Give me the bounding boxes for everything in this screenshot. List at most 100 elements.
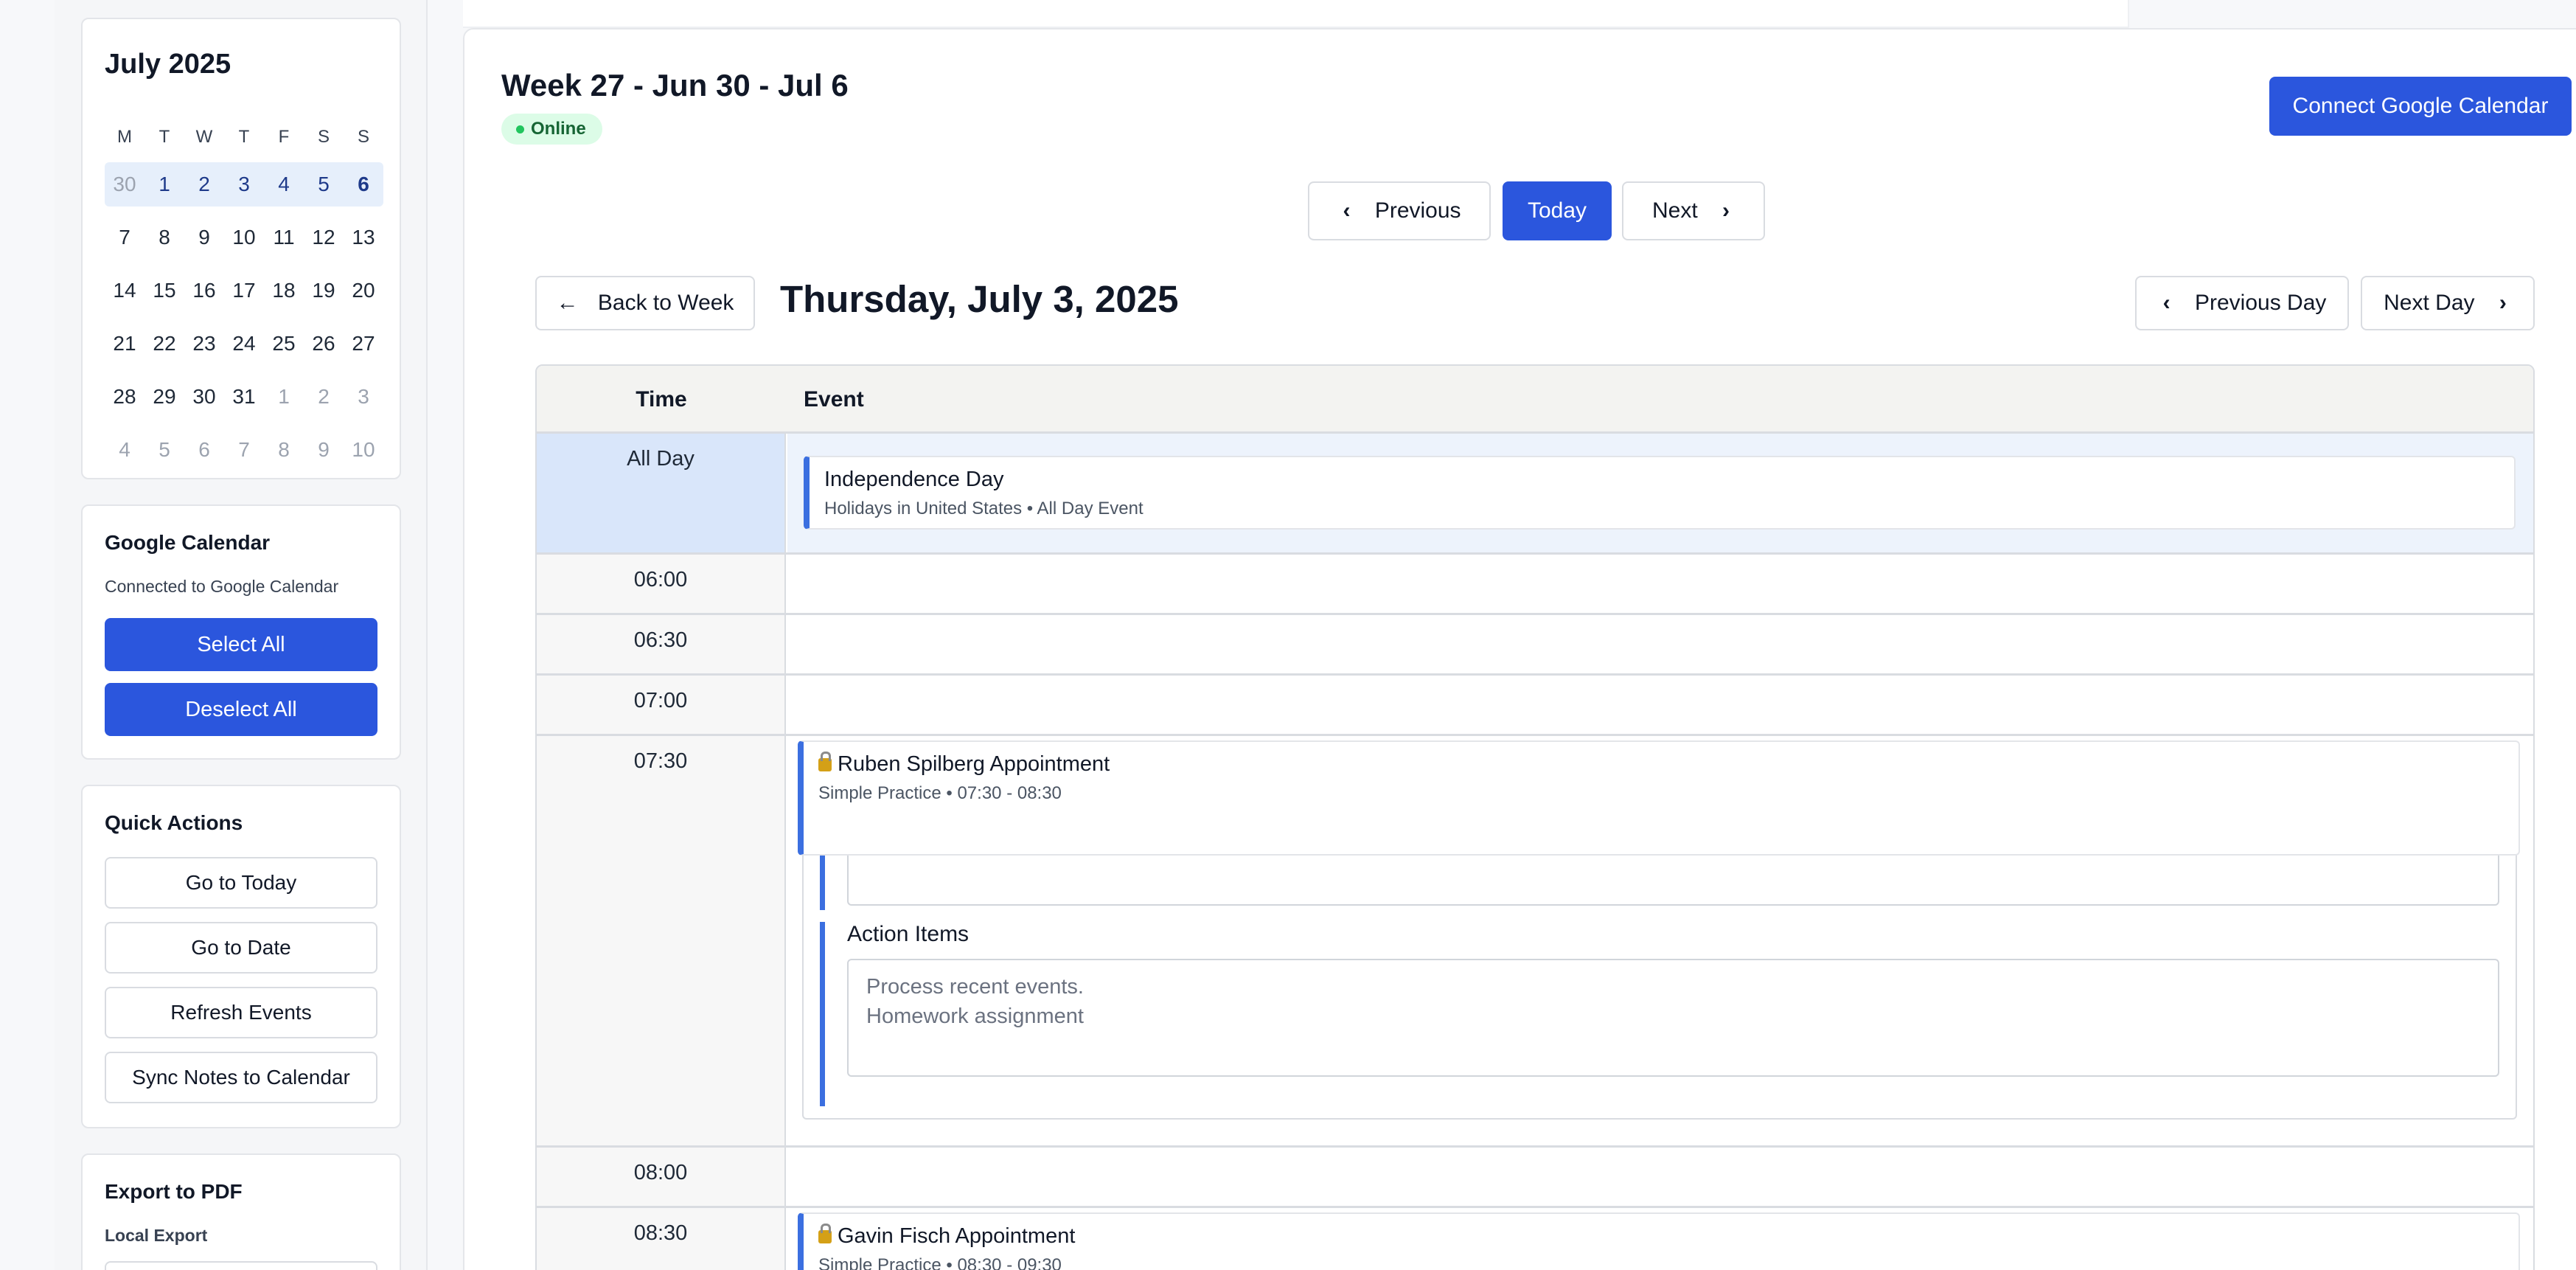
calendar-week-row: 14 15 16 17 18 19 20 (105, 268, 383, 313)
calendar-day[interactable]: 2 (304, 375, 344, 419)
calendar-week-row-current: 30 1 2 3 4 5 6 (105, 162, 383, 207)
event-subtitle: Simple Practice • 07:30 - 08:30 (818, 783, 1062, 803)
calendar-day[interactable]: 6 (184, 428, 224, 472)
appointment-event-card[interactable]: Gavin Fisch Appointment Simple Practice … (798, 1212, 2520, 1270)
local-export-label: Local Export (105, 1226, 208, 1245)
calendar-day[interactable]: 8 (145, 215, 184, 260)
time-slot-label: 08:00 (537, 1148, 786, 1206)
table-header: Time Event (537, 366, 2533, 434)
calendar-day[interactable]: 4 (264, 162, 304, 207)
previous-week-button[interactable]: ‹ Previous (1308, 181, 1491, 240)
calendar-day[interactable]: 19 (304, 268, 344, 313)
local-export-control[interactable] (105, 1261, 377, 1270)
calendar-day[interactable]: 8 (264, 428, 304, 472)
calendar-day[interactable]: 29 (145, 375, 184, 419)
calendar-week-row: 7 8 9 10 11 12 13 (105, 215, 383, 260)
calendar-day[interactable]: 2 (184, 162, 224, 207)
calendar-day[interactable]: 30 (184, 375, 224, 419)
status-badge: Online (501, 114, 602, 145)
weekday-header: M T W T F S S (105, 127, 383, 148)
calendar-day[interactable]: 22 (145, 322, 184, 366)
calendar-day[interactable]: 10 (224, 215, 264, 260)
weekday-label: W (195, 127, 213, 147)
calendar-day[interactable]: 28 (105, 375, 145, 419)
calendar-week-row: 28 29 30 31 1 2 3 (105, 375, 383, 419)
previous-day-label: Previous Day (2194, 291, 2327, 315)
time-slot-row: 06:30 (537, 615, 2533, 676)
calendar-day[interactable]: 27 (344, 322, 383, 366)
all-day-event-card[interactable]: Independence Day Holidays in United Stat… (804, 456, 2516, 530)
weekday-label: T (238, 127, 250, 147)
event-title: Gavin Fisch Appointment (818, 1224, 1075, 1249)
calendar-day[interactable]: 25 (264, 322, 304, 366)
time-slot-label: 08:30 (537, 1208, 786, 1270)
calendar-day[interactable]: 13 (344, 215, 383, 260)
calendar-day[interactable]: 7 (105, 215, 145, 260)
all-day-event-cell: Independence Day Holidays in United Stat… (787, 434, 2533, 552)
calendar-day-today[interactable]: 6 (344, 162, 383, 207)
event-title-text: Gavin Fisch Appointment (838, 1224, 1076, 1248)
calendar-day[interactable]: 24 (224, 322, 264, 366)
mini-calendar: July 2025 M T W T F S S 30 1 2 3 4 5 6 7… (81, 18, 401, 479)
calendar-day[interactable]: 11 (264, 215, 304, 260)
calendar-day[interactable]: 5 (304, 162, 344, 207)
calendar-day[interactable]: 7 (224, 428, 264, 472)
calendar-day[interactable]: 3 (344, 375, 383, 419)
action-items-textarea[interactable]: Process recent events. Homework assignme… (847, 959, 2499, 1077)
chevron-left-icon: ‹ (2162, 291, 2171, 315)
time-slot-row: 08:00 (537, 1148, 2533, 1208)
calendar-day[interactable]: 15 (145, 268, 184, 313)
back-to-week-button[interactable]: ← Back to Week (535, 276, 755, 330)
previous-day-button[interactable]: ‹ Previous Day (2135, 276, 2349, 330)
calendar-day[interactable]: 20 (344, 268, 383, 313)
deselect-all-button[interactable]: Deselect All (105, 683, 377, 736)
all-day-label: All Day (537, 434, 786, 552)
time-slot-row: 07:30 Action Items Process recent events… (537, 736, 2533, 1148)
calendar-day[interactable]: 30 (105, 162, 145, 207)
next-week-button[interactable]: Next › (1622, 181, 1765, 240)
calendar-day[interactable]: 31 (224, 375, 264, 419)
calendar-day[interactable]: 23 (184, 322, 224, 366)
go-to-date-button[interactable]: Go to Date (105, 922, 377, 974)
calendar-day[interactable]: 1 (264, 375, 304, 419)
calendar-week-row: 21 22 23 24 25 26 27 (105, 322, 383, 366)
all-day-row: All Day Independence Day Holidays in Uni… (537, 434, 2533, 555)
time-slot-cell[interactable] (787, 676, 2533, 734)
appointment-event-card[interactable]: Ruben Spilberg Appointment Simple Practi… (798, 740, 2520, 856)
time-slot-cell[interactable] (787, 555, 2533, 613)
event-subtitle: Simple Practice • 08:30 - 09:30 (818, 1255, 1062, 1270)
calendar-day[interactable]: 10 (344, 428, 383, 472)
calendar-day[interactable]: 17 (224, 268, 264, 313)
export-pdf-panel: Export to PDF Local Export (81, 1153, 401, 1270)
select-all-button[interactable]: Select All (105, 618, 377, 671)
calendar-day[interactable]: 3 (224, 162, 264, 207)
calendar-day[interactable]: 26 (304, 322, 344, 366)
calendar-day[interactable]: 9 (304, 428, 344, 472)
calendar-day[interactable]: 12 (304, 215, 344, 260)
time-slot-cell[interactable] (787, 1148, 2533, 1206)
calendar-day[interactable]: 21 (105, 322, 145, 366)
go-to-today-button[interactable]: Go to Today (105, 857, 377, 909)
appointment-notes-panel: Action Items Process recent events. Home… (802, 825, 2517, 1120)
calendar-day[interactable]: 4 (105, 428, 145, 472)
main-panel: Week 27 - Jun 30 - Jul 6 Online Connect … (463, 28, 2576, 1270)
calendar-day[interactable]: 9 (184, 215, 224, 260)
sync-notes-button[interactable]: Sync Notes to Calendar (105, 1052, 377, 1103)
next-day-button[interactable]: Next Day › (2361, 276, 2535, 330)
time-slot-cell[interactable] (787, 615, 2533, 673)
google-calendar-title: Google Calendar (105, 531, 271, 554)
time-slot-row: 06:00 (537, 555, 2533, 615)
action-items-label: Action Items (847, 922, 970, 946)
online-dot-icon (516, 125, 524, 133)
time-slot-row: 08:30 Gavin Fisch Appointment Simple Pra… (537, 1208, 2533, 1270)
calendar-day[interactable]: 14 (105, 268, 145, 313)
today-button[interactable]: Today (1503, 181, 1612, 240)
calendar-day[interactable]: 5 (145, 428, 184, 472)
refresh-events-button[interactable]: Refresh Events (105, 987, 377, 1038)
calendar-day[interactable]: 1 (145, 162, 184, 207)
calendar-day[interactable]: 16 (184, 268, 224, 313)
calendar-day[interactable]: 18 (264, 268, 304, 313)
next-day-label: Next Day (2384, 291, 2475, 315)
mini-calendar-title: July 2025 (105, 49, 232, 80)
connect-google-calendar-button[interactable]: Connect Google Calendar (2269, 77, 2572, 136)
